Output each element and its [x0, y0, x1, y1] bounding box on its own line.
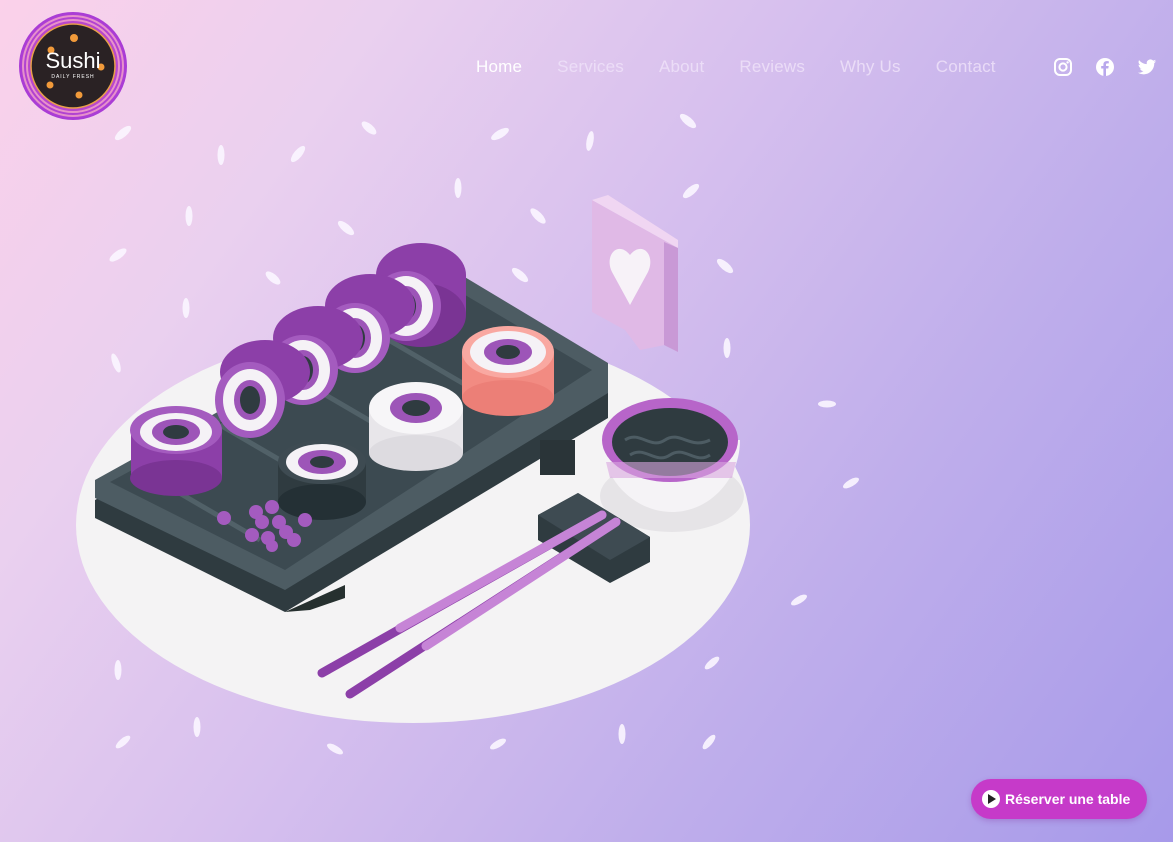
- nav-contact[interactable]: Contact: [936, 56, 996, 78]
- reserve-table-label: Réserver une table: [1005, 791, 1131, 807]
- twitter-icon[interactable]: [1137, 57, 1157, 77]
- logo-tagline: DAILY FRESH: [51, 74, 94, 80]
- nav-about[interactable]: About: [659, 56, 704, 78]
- play-icon: [982, 790, 1000, 808]
- heart-bubble: [592, 195, 678, 352]
- nav-services[interactable]: Services: [557, 56, 624, 78]
- social-links: [1053, 57, 1173, 77]
- reserve-table-button[interactable]: Réserver une table: [971, 779, 1147, 819]
- nav-home[interactable]: Home: [476, 56, 522, 78]
- main-nav: Home Services About Reviews Why Us Conta…: [476, 56, 1031, 78]
- logo-title: Sushi: [45, 48, 100, 73]
- instagram-icon[interactable]: [1053, 57, 1073, 77]
- nav-reviews[interactable]: Reviews: [739, 56, 805, 78]
- sushi-illustration: [76, 113, 859, 755]
- nav-why-us[interactable]: Why Us: [840, 56, 901, 78]
- facebook-icon[interactable]: [1095, 57, 1115, 77]
